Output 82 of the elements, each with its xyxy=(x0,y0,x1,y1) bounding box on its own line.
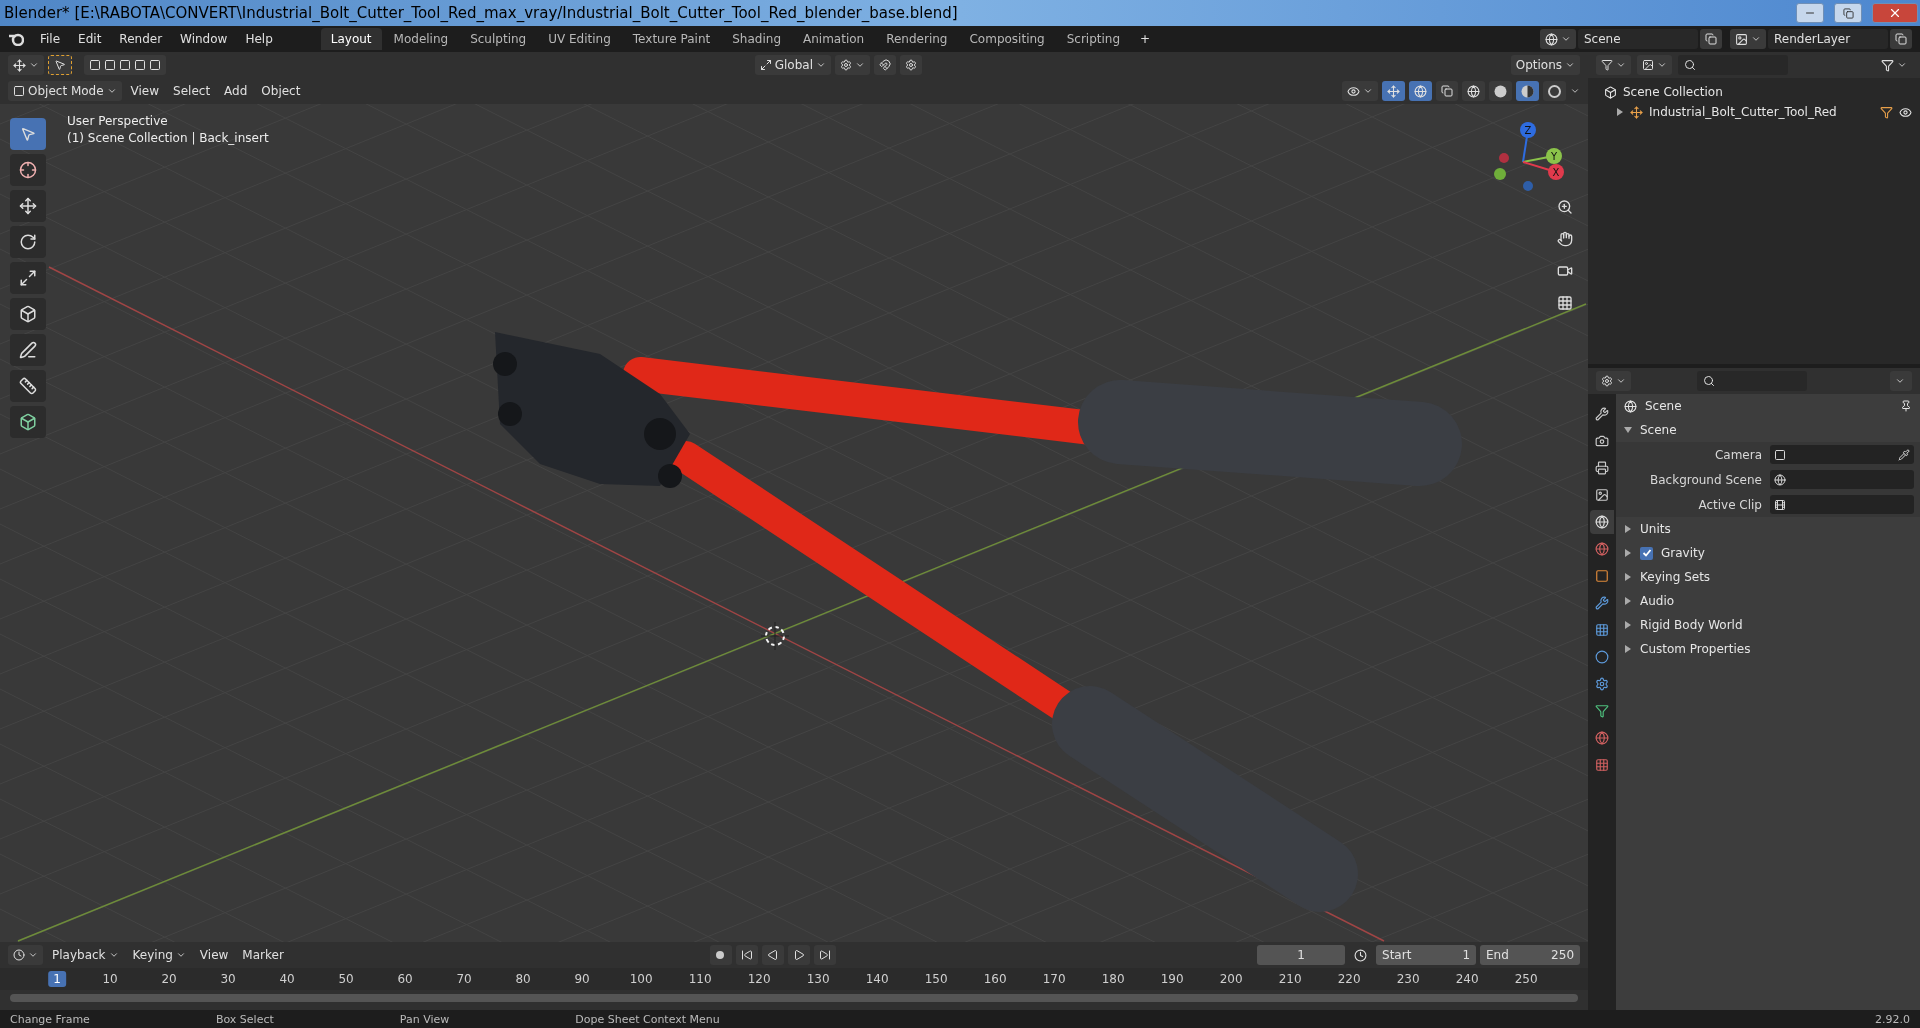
add-workspace-button[interactable]: + xyxy=(1132,29,1159,49)
outliner-row[interactable]: Industrial_Bolt_Cutter_Tool_Red xyxy=(1596,102,1912,122)
frame-tick-label: 130 xyxy=(805,971,831,987)
axis-handle[interactable]: Z xyxy=(1520,122,1536,163)
frame-tick-label: 60 xyxy=(396,971,414,987)
context-title: Scene xyxy=(1645,399,1683,413)
menu-item[interactable]: Edit xyxy=(70,29,110,49)
panel-header[interactable]: Keying Sets xyxy=(1616,565,1920,589)
workspace-tab[interactable]: Sculpting xyxy=(460,28,537,50)
status-hint: Pan View xyxy=(399,1012,450,1026)
menu-item[interactable]: Render xyxy=(111,29,171,49)
frame-tick-label: 150 xyxy=(923,971,949,987)
frame-tick-label: 240 xyxy=(1454,971,1480,987)
menu-item[interactable]: Window xyxy=(172,29,236,49)
frame-tick-label: 210 xyxy=(1277,971,1303,987)
frame-tick-label: 40 xyxy=(278,971,296,987)
workspace-tab[interactable]: Modeling xyxy=(383,28,459,50)
axis-handle[interactable]: X xyxy=(1522,161,1564,180)
menu-item[interactable]: Help xyxy=(237,29,281,49)
options-dropdown[interactable]: Options xyxy=(1510,55,1580,75)
frame-tick-label: 160 xyxy=(982,971,1008,987)
workspace-tab[interactable]: Texture Paint xyxy=(622,28,721,50)
timeline-menu[interactable]: Playback xyxy=(47,945,124,965)
frame-tick-label: 180 xyxy=(1100,971,1126,987)
panel-header[interactable]: Custom Properties xyxy=(1616,637,1920,661)
frame-tick-label: 230 xyxy=(1395,971,1421,987)
status-hint: Box Select xyxy=(215,1012,274,1026)
frame-tick-label: 170 xyxy=(1041,971,1067,987)
frame-tick-label: 120 xyxy=(746,971,772,987)
workspace-tab[interactable]: Animation xyxy=(793,28,875,50)
view-layer-field[interactable]: RenderLayer xyxy=(1768,29,1888,49)
workspace-tab[interactable]: Scripting xyxy=(1056,28,1131,50)
frame-tick-label: 190 xyxy=(1159,971,1185,987)
context-label: (1) Scene Collection | Back_insert xyxy=(67,131,269,145)
viewport-menu[interactable]: Select xyxy=(168,81,216,101)
panel-header[interactable]: Scene xyxy=(1616,418,1920,442)
field-label: Camera xyxy=(1713,447,1762,462)
viewport-menu[interactable]: View xyxy=(125,81,165,101)
frame-tick-label: 30 xyxy=(219,971,237,987)
panel-header[interactable]: Gravity xyxy=(1616,541,1920,565)
frame-tick-label: 90 xyxy=(573,971,591,987)
frame-tick-label: 80 xyxy=(514,971,532,987)
window-title: Blender* [E:\RABOTA\CONVERT\Industrial_Bolt_Cutter_Tool_Red_max_vray/Industrial_Bolt_Cutter_Tool_Red_blender_base.blend] xyxy=(4,4,959,22)
frame-tick-label: 250 xyxy=(1513,971,1539,987)
orientation-dropdown[interactable]: Global xyxy=(754,55,831,75)
workspace-tab[interactable]: UV Editing xyxy=(538,28,621,50)
workspace-tab[interactable]: Rendering xyxy=(876,28,958,50)
frame-tick-label: 70 xyxy=(455,971,473,987)
timeline-menu[interactable]: Marker xyxy=(237,945,289,965)
panel-header[interactable]: Units xyxy=(1616,517,1920,541)
frame-tick-label: 20 xyxy=(160,971,178,987)
viewport-menu[interactable]: Object xyxy=(256,81,306,101)
axis-handle[interactable]: Y xyxy=(1522,148,1562,164)
frame-tick-label: 200 xyxy=(1218,971,1244,987)
start-frame-field[interactable]: Start 1 xyxy=(1376,945,1476,965)
mode-dropdown[interactable]: Object Mode xyxy=(8,81,122,101)
status-hint: Change Frame xyxy=(10,1012,90,1026)
frame-tick-label: 220 xyxy=(1336,971,1362,987)
version-label: 2.92.0 xyxy=(1875,1012,1910,1026)
outliner-row[interactable]: Scene Collection xyxy=(1596,82,1912,102)
perspective-label: User Perspective xyxy=(67,114,169,128)
frame-tick-label: 100 xyxy=(628,971,654,987)
timeline-menu[interactable]: View xyxy=(194,945,234,965)
field-label: Background Scene xyxy=(1649,472,1762,487)
frame-tick-label: 110 xyxy=(687,971,713,987)
frame-tick-label: 10 xyxy=(101,971,119,987)
panel-header[interactable]: Rigid Body World xyxy=(1616,613,1920,637)
panel-header[interactable]: Audio xyxy=(1616,589,1920,613)
workspace-tab[interactable]: Layout xyxy=(320,28,382,50)
end-frame-field[interactable]: End 250 xyxy=(1480,945,1580,965)
current-frame-field[interactable]: 1 xyxy=(1257,945,1345,965)
field-label: Active Clip xyxy=(1697,497,1762,512)
playhead-frame[interactable]: 1 xyxy=(48,971,66,987)
workspace-tab[interactable]: Shading xyxy=(722,28,791,50)
viewport-menu[interactable]: Add xyxy=(219,81,253,101)
workspace-tab[interactable]: Compositing xyxy=(959,28,1055,50)
frame-tick-label: 140 xyxy=(864,971,890,987)
scene-field[interactable]: Scene xyxy=(1578,29,1698,49)
frame-tick-label: 50 xyxy=(337,971,355,987)
status-hint: Dope Sheet Context Menu xyxy=(575,1012,720,1026)
menu-item[interactable]: File xyxy=(32,29,69,49)
timeline-menu[interactable]: Keying xyxy=(127,945,191,965)
